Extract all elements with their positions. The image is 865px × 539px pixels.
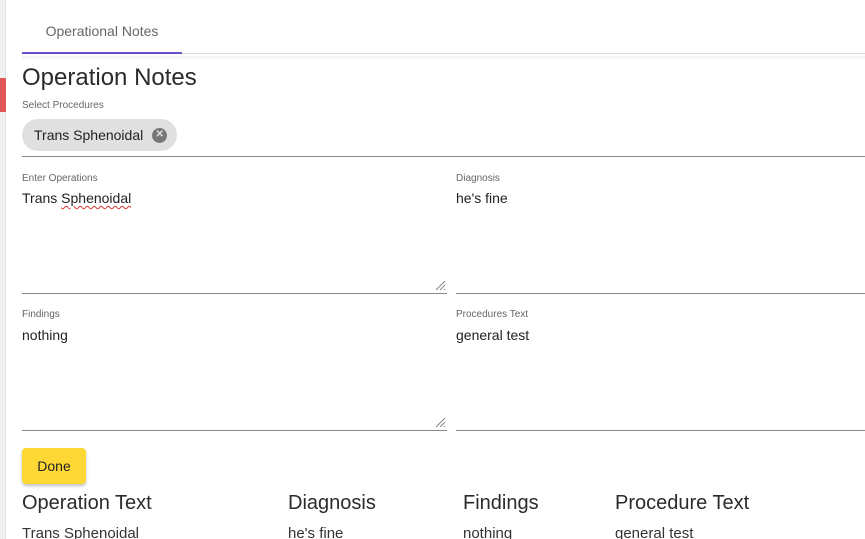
enter-operations-value: Trans Sphenoidal: [22, 190, 447, 206]
tab-label: Operational Notes: [45, 23, 159, 39]
tab-bar: Operational Notes: [22, 10, 865, 54]
procedures-chip-select[interactable]: Trans Sphenoidal ✕: [22, 116, 865, 157]
procedure-chip-label: Trans Sphenoidal: [34, 127, 144, 143]
summary-procedure-text-value: general test: [615, 525, 694, 539]
procedure-chip[interactable]: Trans Sphenoidal ✕: [22, 119, 178, 151]
summary-operation-text-heading: Operation Text: [22, 492, 152, 514]
done-button[interactable]: Done: [22, 448, 86, 484]
findings-label: Findings: [22, 309, 60, 320]
cancel-circle-icon[interactable]: ✕: [152, 127, 168, 143]
summary-operation-text-value: Trans Sphenoidal: [22, 525, 140, 539]
findings-value: nothing: [22, 327, 68, 343]
diagnosis-textarea[interactable]: he's fine: [456, 190, 865, 294]
diagnosis-label: Diagnosis: [456, 173, 500, 184]
side-status-marker: [0, 78, 6, 112]
resize-handle-icon[interactable]: [434, 416, 446, 428]
procedures-text-value: general test: [456, 327, 530, 343]
diagnosis-value: he's fine: [456, 190, 508, 206]
operations-value-part: Trans: [22, 190, 62, 206]
page-title: Operation Notes: [22, 64, 197, 91]
misspelled-word: Sphenoidal: [61, 190, 132, 206]
enter-operations-textarea[interactable]: Trans Sphenoidal: [22, 190, 447, 294]
select-procedures-label: Select Procedures: [22, 100, 104, 111]
summary-diagnosis-heading: Diagnosis: [288, 492, 376, 514]
summary-findings-value: nothing: [463, 525, 513, 539]
procedures-text-label: Procedures Text: [456, 309, 529, 320]
summary-diagnosis-value: he's fine: [288, 525, 344, 539]
enter-operations-label: Enter Operations: [22, 173, 98, 184]
summary-procedure-text-heading: Procedure Text: [615, 492, 750, 514]
summary-findings-heading: Findings: [463, 492, 539, 514]
tab-operational-notes[interactable]: Operational Notes: [22, 10, 182, 54]
procedures-text-textarea[interactable]: general test: [456, 327, 865, 431]
findings-textarea[interactable]: nothing: [22, 327, 447, 431]
tab-bar-shadow: [22, 56, 865, 61]
resize-handle-icon[interactable]: [434, 279, 446, 291]
